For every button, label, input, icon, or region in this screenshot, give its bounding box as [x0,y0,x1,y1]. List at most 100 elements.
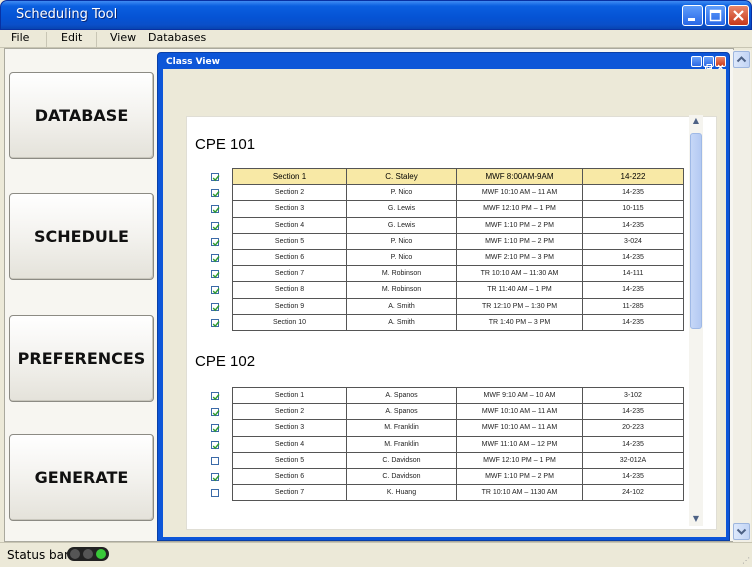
section-checkbox[interactable] [211,424,220,433]
table-row[interactable]: Section 2 A. Spanos MWF 10:10 AM – 11 AM 14… [232,403,684,421]
section-checkbox[interactable] [211,440,220,449]
generate-button[interactable]: GENERATE [9,434,154,521]
checkmark-icon [212,320,220,328]
class-view-window[interactable]: Class View CPE 101 Section 1 C. Staley MWF … [157,52,730,541]
section-checkbox[interactable] [211,302,220,311]
checkmark-icon [212,175,220,182]
maximize-button[interactable] [705,5,726,26]
table-row[interactable]: Section 10 A. Smith TR 1:40 PM – 3 PM 14-23… [232,313,684,331]
class-view-minimize-button[interactable] [691,56,702,71]
section-table: Section 1 A. Spanos MWF 9:10 AM – 10 AM 3-1… [232,386,684,502]
cell-room: 14-235 [582,281,684,299]
class-view-close-button[interactable] [715,56,726,71]
section-checkbox[interactable] [211,286,220,295]
cell-instructor: A. Smith [346,313,457,331]
section-checkbox[interactable] [211,254,220,263]
section-checkbox[interactable] [211,173,220,182]
checkmark-icon [212,239,220,247]
cell-section: Section 4 [232,216,347,234]
cell-instructor: C. Davidson [346,451,457,469]
cell-time: MWF 2:10 PM – 3 PM [456,248,583,267]
checkmark-icon [212,191,220,198]
table-row[interactable]: Section 3 G. Lewis MWF 12:10 PM – 1 PM 10-1… [232,200,684,218]
status-text: Status bar [7,548,69,562]
cell-instructor: P. Nico [346,248,457,267]
menu-databases[interactable]: Databases [148,31,206,44]
table-row[interactable]: Section 4 M. Franklin MWF 11:10 AM – 12 PM… [232,435,684,453]
table-row[interactable]: Section 1 A. Spanos MWF 9:10 AM – 10 AM 3-1… [232,386,684,405]
section-table: Section 1 C. Staley MWF 8:00AM-9AM 14-222 Se… [232,167,684,331]
cell-room: 14-235 [582,467,684,486]
cell-room: 14-222 [582,167,684,186]
chevron-up-icon[interactable]: ▲ [690,115,702,127]
section-checkbox[interactable] [211,456,219,465]
cell-time: MWF 1:10 PM – 2 PM [456,216,583,234]
cell-time: MWF 10:10 AM – 11 AM [456,403,583,421]
cell-section: Section 1 [232,386,347,405]
cell-time: MWF 10:10 AM – 11 AM [456,419,583,437]
preferences-button[interactable]: PREFERENCES [9,315,154,402]
cell-instructor: G. Lewis [346,216,457,234]
cell-section: Section 3 [232,200,347,218]
table-row[interactable]: Section 8 M. Robinson TR 11:40 AM – 1 PM 14… [232,281,684,299]
cell-room: 11-285 [582,297,684,315]
table-row[interactable]: Section 5 P. Nico MWF 1:10 PM – 2 PM 3-024 [232,232,684,250]
table-row[interactable]: Section 3 M. Franklin MWF 10:10 AM – 11 AM… [232,419,684,437]
scroll-up-button[interactable] [733,51,750,68]
section-checkbox[interactable] [211,189,220,198]
cell-section: Section 8 [232,281,347,299]
database-button[interactable]: DATABASE [9,72,154,159]
cell-time: MWF 12:10 PM – 1 PM [456,451,583,469]
menu-separator [46,32,47,47]
section-checkbox[interactable] [211,408,220,417]
close-button[interactable] [728,5,749,26]
menu-edit[interactable]: Edit [61,31,82,44]
cell-room: 14-235 [582,184,684,202]
close-icon [733,10,744,21]
main-scrollbar[interactable] [733,50,751,542]
section-checkbox[interactable] [211,237,220,247]
section-checkbox[interactable] [211,489,219,498]
table-row[interactable]: Section 6 C. Davidson MWF 1:10 PM – 2 PM 14… [232,467,684,486]
table-row[interactable]: Section 7 K. Huang TR 10:10 AM – 1130 AM 24… [232,484,684,502]
section-checkbox[interactable] [211,221,220,230]
cell-time: TR 12:10 PM – 1:30 PM [456,297,583,315]
section-checkbox[interactable] [211,270,220,279]
menu-file[interactable]: File [11,31,29,44]
section-checkbox[interactable] [211,392,220,401]
cell-section: Section 9 [232,297,347,315]
table-row[interactable]: Section 2 P. Nico MWF 10:10 AM – 11 AM 14-2… [232,184,684,202]
table-row[interactable]: Section 9 A. Smith TR 12:10 PM – 1:30 PM 11… [232,297,684,315]
class-view-restore-button[interactable] [703,56,714,71]
document-scrollbar[interactable]: ▲ ▼ [689,115,703,526]
checkmark-icon [212,410,220,417]
cell-room: 14-235 [582,313,684,331]
table-row[interactable]: Section 4 G. Lewis MWF 1:10 PM – 2 PM 14-23… [232,216,684,234]
cell-section: Section 5 [232,451,347,469]
checkmark-icon [212,207,220,214]
resize-grip-icon[interactable]: ⋰ [742,556,750,565]
table-row[interactable]: Section 6 P. Nico MWF 2:10 PM – 3 PM 14-235 [232,248,684,267]
cell-section: Section 7 [232,265,347,283]
schedule-button[interactable]: SCHEDULE [9,193,154,280]
window-title-bar[interactable]: Scheduling Tool [0,0,752,30]
cell-section: Section 2 [232,184,347,202]
minimize-button[interactable] [682,5,703,26]
table-row[interactable]: Section 7 M. Robinson TR 10:10 AM – 11:30 … [232,265,684,283]
section-checkbox[interactable] [211,473,220,482]
scroll-down-button[interactable] [733,523,750,540]
cell-room: 14-111 [582,265,684,283]
cell-room: 32-012A [582,451,684,469]
cell-room: 3-102 [582,386,684,405]
chevron-down-icon[interactable]: ▼ [690,513,702,525]
table-row[interactable]: Section 1 C. Staley MWF 8:00AM-9AM 14-222 [232,167,684,186]
table-row[interactable]: Section 5 C. Davidson MWF 12:10 PM – 1 PM 3… [232,451,684,469]
chevron-up-icon [736,56,747,63]
section-checkbox[interactable] [211,205,220,214]
document-scroll-thumb[interactable] [690,133,702,329]
menu-view[interactable]: View [110,31,136,44]
cell-instructor: K. Huang [346,484,457,502]
section-checkbox[interactable] [211,318,220,328]
cell-instructor: A. Spanos [346,403,457,421]
cell-time: TR 11:40 AM – 1 PM [456,281,583,299]
